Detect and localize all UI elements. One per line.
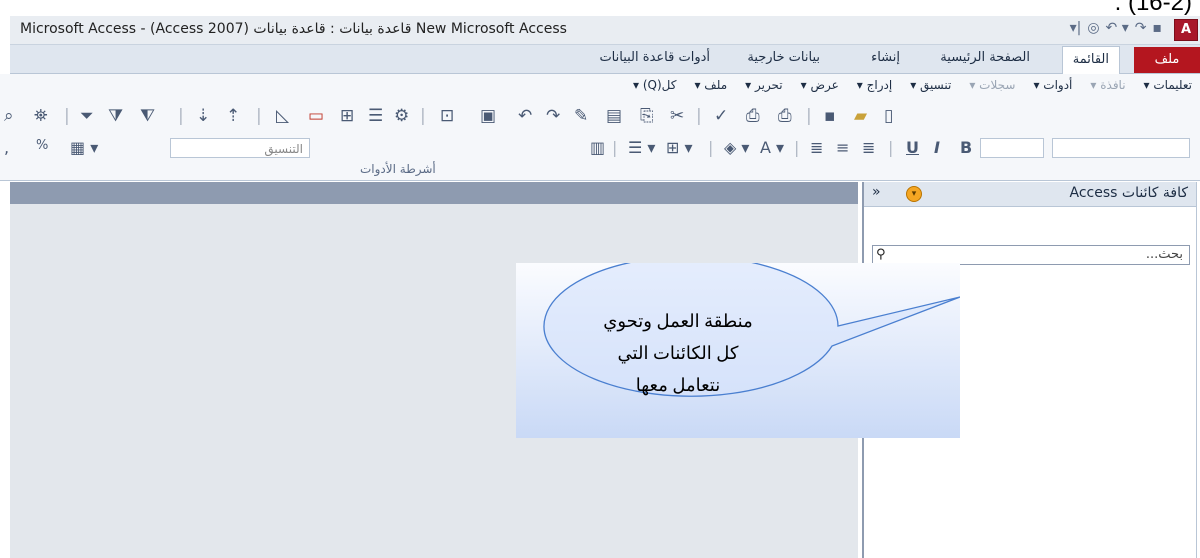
separator-icon: |: [420, 106, 426, 126]
new-icon[interactable]: ▯: [884, 106, 893, 126]
standard-toolbar: ⌕ ⛯ | ⏷ ⧩ ⧨ | ⇣ ⇡ | ◺ ▭ ⊞ ☰ ⚙ | ⊡ ▣ ↶ ↷ …: [0, 102, 1200, 130]
print-icon[interactable]: ⎙: [778, 106, 792, 126]
search-icon[interactable]: ⚲: [876, 247, 886, 262]
align-left-icon[interactable]: ≣: [862, 138, 875, 157]
formatting-toolbar: , % ▦ ▾ التنسيق ▥ | ☰ ▾ ⊞ ▾ | ◈ ▾ A ▾ | …: [0, 136, 1200, 162]
separator-icon: |: [178, 106, 184, 126]
callout-line: نتعامل معها: [635, 375, 721, 395]
nav-search-input[interactable]: ⚲ بحث...: [872, 245, 1190, 265]
format-painter-icon[interactable]: ✎: [574, 106, 588, 126]
access-logo: A: [1174, 19, 1198, 41]
filter-icon[interactable]: ⏷: [80, 106, 94, 126]
redo-icon[interactable]: ↷: [1135, 20, 1147, 36]
work-area-header: [10, 182, 858, 204]
sort-descending-icon[interactable]: ⇣: [196, 106, 210, 126]
nav-pane-title: كافة كائنات Access: [1069, 185, 1188, 201]
separator-icon: |: [612, 138, 618, 157]
customize-icon[interactable]: ▾|: [1070, 20, 1082, 36]
relationships-icon[interactable]: ⊞: [340, 106, 354, 126]
menu-format[interactable]: تنسيق ▾: [910, 78, 951, 92]
separator-icon: |: [794, 138, 800, 157]
callout-text: منطقة العمل وتحوي كل الكائنات التي نتعام…: [528, 305, 828, 401]
border-icon[interactable]: ⊞ ▾: [666, 138, 693, 157]
font-name-combo[interactable]: [1052, 138, 1190, 158]
window-title: Microsoft Access - (Access 2007) قاعدة ب…: [20, 21, 567, 37]
collapse-chevron-icon[interactable]: »: [872, 184, 881, 200]
ribbon: كل(Q) ▾ ملف ▾ تحرير ▾ عرض ▾ إدراج ▾ تنسي…: [0, 74, 1200, 181]
tab-file[interactable]: ملف: [1134, 47, 1200, 73]
menu-records[interactable]: سجلات ▾: [969, 78, 1015, 92]
bold-icon[interactable]: B: [960, 138, 972, 157]
separator-icon: |: [806, 106, 812, 126]
percent-style-icon[interactable]: %: [36, 138, 48, 153]
nav-menu-dropdown-icon[interactable]: ▾: [906, 186, 922, 202]
menu-file[interactable]: ملف ▾: [694, 78, 727, 92]
underline-icon[interactable]: U: [906, 138, 919, 157]
code-icon[interactable]: ⚙: [394, 106, 409, 126]
find-icon[interactable]: ⌕: [4, 106, 14, 126]
separator-icon: |: [256, 106, 262, 126]
callout-line: منطقة العمل وتحوي: [603, 311, 753, 331]
office-links-icon[interactable]: ▣: [480, 106, 496, 126]
currency-style-icon[interactable]: ▦ ▾: [70, 138, 98, 157]
print-preview-icon[interactable]: ⎙: [746, 106, 760, 126]
cut-icon[interactable]: ✂: [670, 106, 684, 126]
save-icon[interactable]: ▪: [824, 106, 836, 126]
align-center-icon[interactable]: ≡: [836, 138, 849, 157]
search-placeholder: بحث...: [1145, 247, 1183, 262]
menu-tools[interactable]: أدوات ▾: [1033, 78, 1072, 92]
copy-icon[interactable]: ⎘: [640, 106, 654, 126]
menu-help[interactable]: تعليمات ▾: [1144, 78, 1192, 92]
redo-icon[interactable]: ↷: [546, 106, 560, 126]
font-size-combo[interactable]: [980, 138, 1044, 158]
tab-menu[interactable]: القائمة: [1061, 46, 1120, 74]
menu-window[interactable]: نافذة ▾: [1090, 78, 1125, 92]
spelling-icon[interactable]: ✓: [714, 106, 728, 126]
sort-ascending-icon[interactable]: ⇡: [226, 106, 240, 126]
separator-icon: |: [708, 138, 714, 157]
fill-color-icon[interactable]: ◈ ▾: [724, 138, 749, 157]
tab-database-tools[interactable]: أدوات قاعدة البيانات: [599, 50, 710, 65]
properties-icon[interactable]: ☰: [368, 106, 383, 126]
tab-external-data[interactable]: بيانات خارجية: [747, 50, 820, 65]
ribbon-group-label: أشرطة الأدوات: [360, 162, 436, 176]
tab-create[interactable]: إنشاء: [871, 50, 900, 65]
menu-view[interactable]: عرض ▾: [801, 78, 839, 92]
filter-selection-icon[interactable]: ⧩: [108, 106, 123, 126]
filter-form-icon[interactable]: ⧨: [140, 106, 155, 126]
undo-icon[interactable]: ↶ ▾: [1106, 20, 1129, 36]
custom-icon[interactable]: ◎: [1087, 20, 1099, 36]
menu-edit[interactable]: تحرير ▾: [745, 78, 783, 92]
special-effect-icon[interactable]: ▥: [590, 138, 605, 157]
form-icon[interactable]: ▭: [308, 106, 324, 126]
new-object-icon[interactable]: ⊡: [440, 106, 454, 126]
open-icon[interactable]: ▰: [854, 106, 867, 126]
title-bar: Microsoft Access - (Access 2007) قاعدة ب…: [10, 16, 1200, 45]
undo-icon[interactable]: ↶: [518, 106, 532, 126]
menu-all[interactable]: كل(Q) ▾: [633, 78, 676, 92]
quick-access-toolbar: ▾| ◎ ↶ ▾ ↷ ▪: [1070, 20, 1162, 36]
tab-home[interactable]: الصفحة الرئيسية: [940, 50, 1030, 65]
access-window: (16-2) . Microsoft Access - (Access 2007…: [0, 0, 1200, 558]
save-icon[interactable]: ▪: [1153, 20, 1163, 36]
menu-insert[interactable]: إدراج ▾: [857, 78, 892, 92]
paste-icon[interactable]: ▤: [606, 106, 622, 126]
separator-icon: |: [696, 106, 702, 126]
font-color-icon[interactable]: A ▾: [760, 138, 784, 157]
classic-menu: كل(Q) ▾ ملف ▾ تحرير ▾ عرض ▾ إدراج ▾ تنسي…: [633, 78, 1192, 92]
comma-style-icon[interactable]: ,: [4, 138, 9, 157]
ribbon-tabs: ملف القائمة الصفحة الرئيسية إنشاء بيانات…: [10, 45, 1200, 74]
format-combo[interactable]: التنسيق: [170, 138, 310, 158]
callout-line: كل الكائنات التي: [617, 343, 739, 363]
align-right-icon[interactable]: ≣: [810, 138, 823, 157]
chart-icon[interactable]: ◺: [276, 106, 289, 126]
nav-pane-header[interactable]: » ▾ كافة كائنات Access: [864, 182, 1196, 207]
italic-icon[interactable]: I: [934, 138, 940, 157]
separator-icon: |: [64, 106, 70, 126]
line-width-icon[interactable]: ☰ ▾: [628, 138, 655, 157]
binoculars-icon[interactable]: ⛯: [34, 106, 48, 126]
corner-caption: (16-2) .: [1114, 0, 1192, 16]
separator-icon: |: [888, 138, 894, 157]
